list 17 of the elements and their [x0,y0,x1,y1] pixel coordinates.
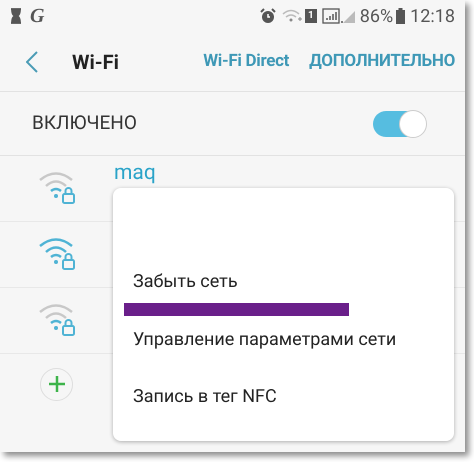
battery-icon [396,8,406,24]
menu-item[interactable]: Забыть сеть [133,268,238,295]
app-letter: G [30,4,44,29]
add-network-button[interactable] [40,368,73,400]
hourglass-icon [10,8,22,24]
wifi-toggle[interactable] [373,110,425,136]
clock: 12:18 [410,4,455,28]
sim-badge: 1 [305,9,317,23]
page-title: Wi-Fi [72,48,119,76]
signal-icon [322,8,356,24]
plus-icon [48,375,66,393]
menu-item[interactable]: Запись в тег NFC [133,383,277,410]
menu-item[interactable]: Управление параметрами сети [133,326,396,353]
battery-percent: 86% [360,4,394,28]
wifi-icon [282,9,302,23]
switch-label: ВКЛЮЧЕНО [32,110,137,136]
alarm-icon [260,8,276,24]
